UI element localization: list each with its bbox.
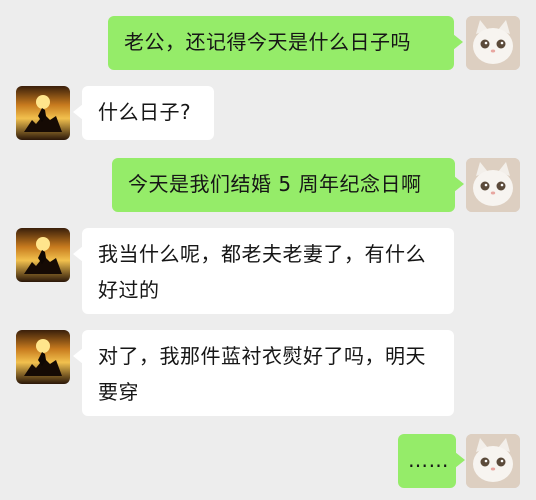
message-bubble-sent[interactable]: 老公，还记得今天是什么日子吗 — [108, 16, 463, 70]
message-text: 今天是我们结婚 5 周年纪念日啊 — [128, 172, 422, 196]
message-text: …… — [408, 448, 449, 472]
message-bubble-received[interactable]: 我当什么呢，都老夫老妻了，有什么好过的 — [73, 228, 454, 314]
chat-area: 老公，还记得今天是什么日子吗 什么日子? 今天是我们结婚 5 周年纪念日啊 我当… — [0, 0, 536, 500]
message-text: 老公，还记得今天是什么日子吗 — [124, 30, 411, 54]
cat-avatar[interactable] — [466, 434, 520, 488]
message-text: 对了，我那件蓝衬衣熨好了吗，明天要穿 — [98, 344, 426, 404]
cat-avatar[interactable] — [466, 16, 520, 70]
message-bubble-sent[interactable]: 今天是我们结婚 5 周年纪念日啊 — [112, 158, 464, 212]
message-text: 什么日子? — [98, 100, 192, 124]
horse-sunset-avatar[interactable] — [16, 86, 70, 140]
message-bubble-sent[interactable]: …… — [398, 434, 465, 488]
horse-sunset-avatar[interactable] — [16, 330, 70, 384]
horse-sunset-avatar[interactable] — [16, 228, 70, 282]
cat-avatar[interactable] — [466, 158, 520, 212]
message-bubble-received[interactable]: 什么日子? — [73, 86, 214, 140]
message-text: 我当什么呢，都老夫老妻了，有什么好过的 — [98, 242, 426, 302]
message-bubble-received[interactable]: 对了，我那件蓝衬衣熨好了吗，明天要穿 — [73, 330, 454, 416]
